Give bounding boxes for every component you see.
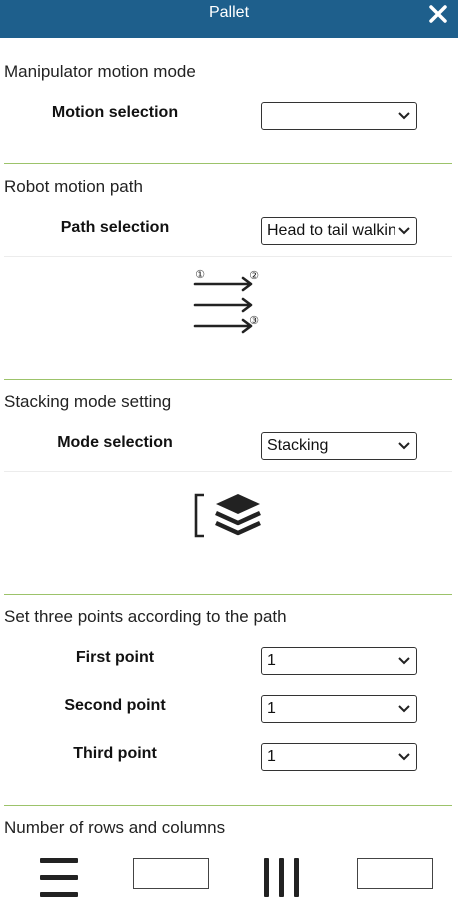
section-title-manipulator: Manipulator motion mode bbox=[4, 62, 196, 81]
chevron-down-icon bbox=[398, 752, 410, 762]
third-point-value: 1 bbox=[267, 748, 276, 765]
first-point-dropdown[interactable]: 1 bbox=[261, 647, 417, 675]
section-title-stacking: Stacking mode setting bbox=[4, 392, 172, 411]
chevron-down-icon bbox=[398, 111, 410, 121]
path-marker-2: ② bbox=[249, 269, 259, 282]
close-icon[interactable] bbox=[426, 2, 450, 26]
section-title-rows-columns: Number of rows and columns bbox=[4, 818, 226, 837]
chevron-down-icon bbox=[398, 704, 410, 714]
chevron-down-icon bbox=[398, 656, 410, 666]
path-marker-1: ① bbox=[195, 268, 205, 281]
section-divider bbox=[4, 379, 452, 380]
section-divider bbox=[4, 163, 452, 164]
mode-selection-label: Mode selection bbox=[57, 434, 173, 451]
section-divider bbox=[4, 594, 452, 595]
second-point-dropdown[interactable]: 1 bbox=[261, 695, 417, 723]
second-point-value: 1 bbox=[267, 700, 276, 717]
chevron-down-icon bbox=[398, 226, 410, 236]
title-bar: Pallet bbox=[0, 0, 458, 38]
row-divider bbox=[4, 256, 452, 257]
motion-selection-dropdown[interactable] bbox=[261, 102, 417, 130]
columns-count-input[interactable] bbox=[357, 858, 433, 889]
columns-icon bbox=[262, 858, 304, 898]
row-divider bbox=[4, 471, 452, 472]
path-selection-value: Head to tail walking bbox=[267, 222, 395, 239]
section-divider bbox=[4, 805, 452, 806]
first-point-value: 1 bbox=[267, 652, 276, 669]
second-point-label: Second point bbox=[64, 697, 166, 714]
motion-selection-label: Motion selection bbox=[51, 104, 179, 121]
stacking-layers-icon bbox=[190, 490, 264, 544]
mode-selection-dropdown[interactable]: Stacking bbox=[261, 432, 417, 460]
path-selection-label: Path selection bbox=[60, 219, 170, 236]
first-point-label: First point bbox=[75, 649, 155, 666]
path-marker-3: ③ bbox=[249, 314, 259, 327]
third-point-label: Third point bbox=[73, 745, 157, 762]
mode-selection-value: Stacking bbox=[267, 437, 329, 454]
chevron-down-icon bbox=[398, 441, 410, 451]
section-title-path: Robot motion path bbox=[4, 177, 143, 196]
window-title: Pallet bbox=[208, 4, 250, 21]
third-point-dropdown[interactable]: 1 bbox=[261, 743, 417, 771]
path-arrows-icon: ① ② ③ bbox=[190, 264, 270, 336]
section-title-points: Set three points according to the path bbox=[4, 607, 287, 626]
rows-icon bbox=[38, 858, 80, 898]
path-selection-dropdown[interactable]: Head to tail walking bbox=[261, 217, 417, 245]
rows-count-input[interactable] bbox=[133, 858, 209, 889]
